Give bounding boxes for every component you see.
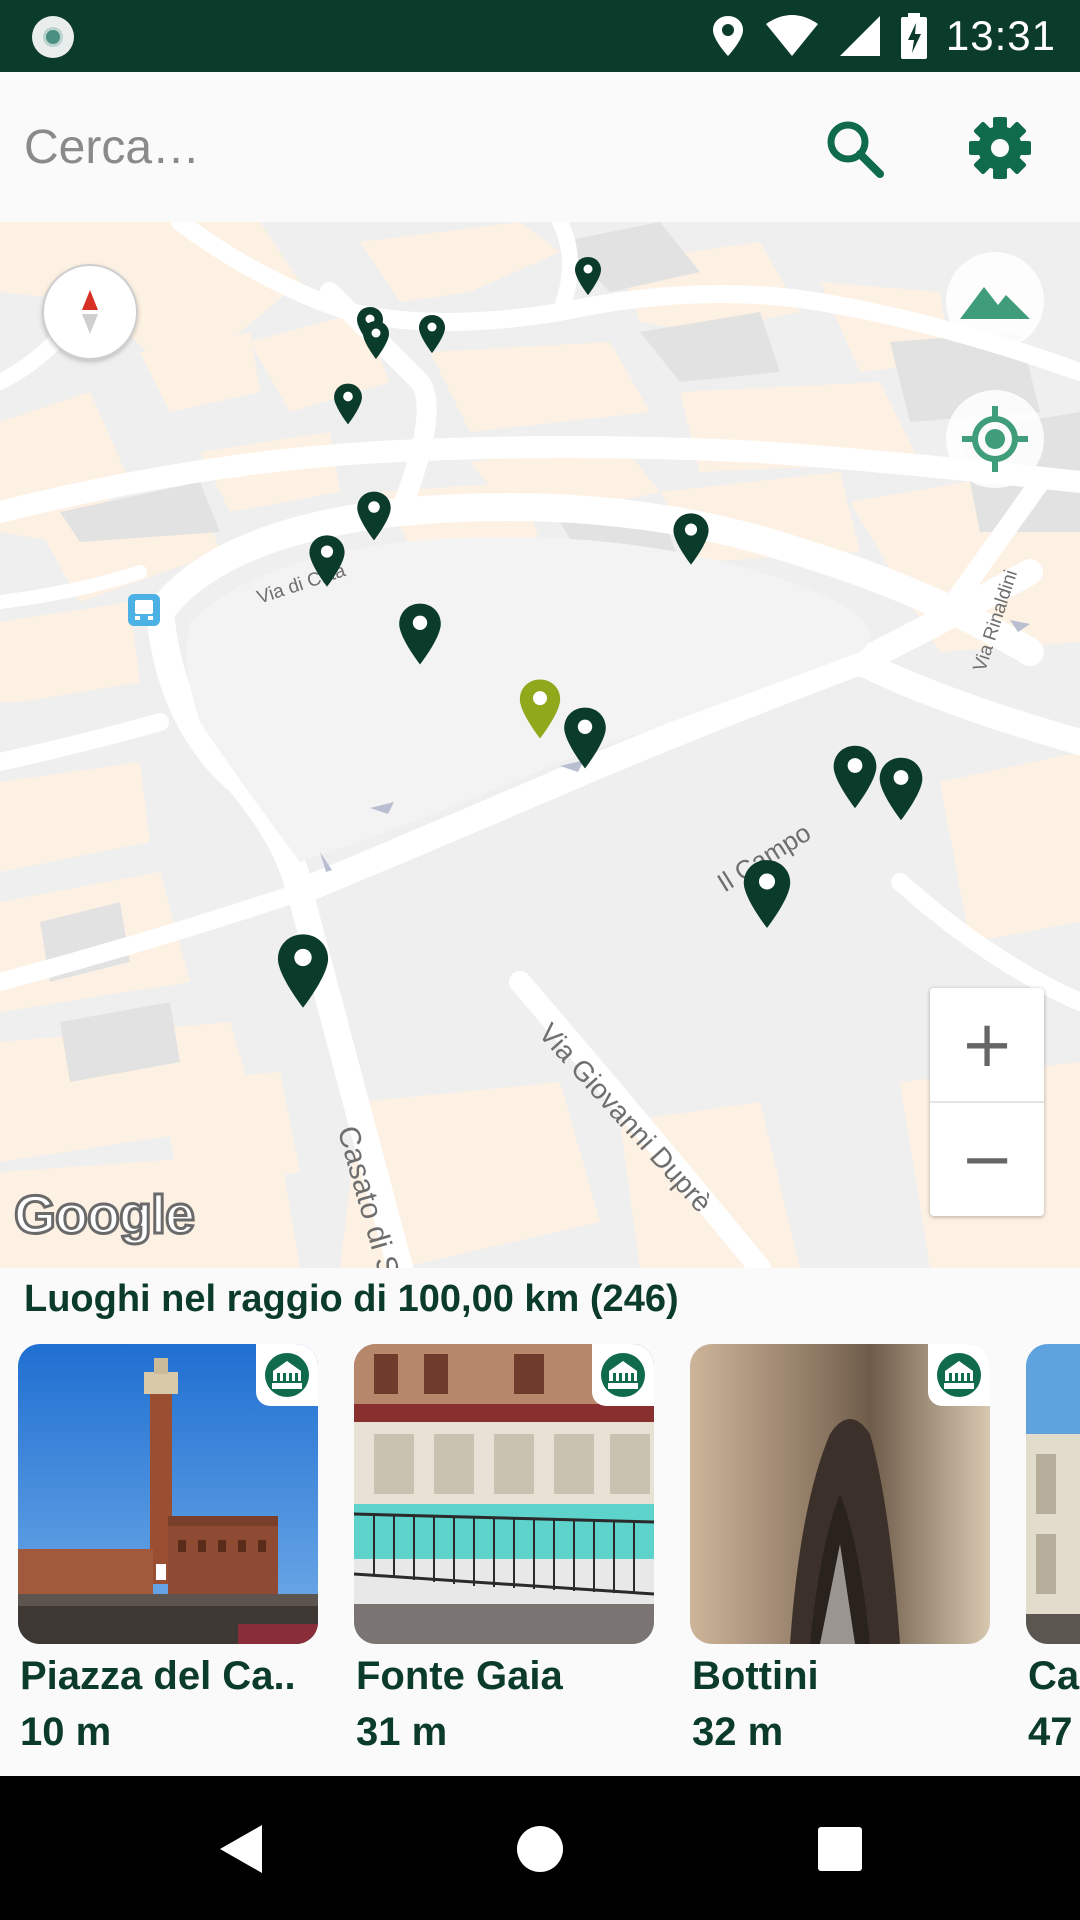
place-distance: 32 m: [692, 1710, 784, 1754]
back-button[interactable]: [206, 1814, 276, 1884]
search-icon: [827, 121, 884, 178]
google-logo: Google: [13, 1184, 197, 1247]
map-pin[interactable]: [333, 382, 363, 426]
place-image: [1026, 1344, 1080, 1644]
nice-places-logo-icon: [928, 1344, 990, 1406]
zoom-out-button[interactable]: −: [930, 1103, 1044, 1216]
wifi-icon: [765, 15, 818, 56]
recents-icon: [818, 1827, 862, 1871]
place-distance: 10 m: [20, 1710, 112, 1754]
map-pin[interactable]: [878, 756, 924, 822]
search-bar: [0, 72, 1080, 222]
place-name: Bottini: [692, 1654, 819, 1698]
home-button[interactable]: [505, 1814, 575, 1884]
map-pin[interactable]: [418, 314, 446, 354]
map-pin[interactable]: [397, 602, 443, 666]
map-pin[interactable]: [362, 320, 390, 360]
app-notification-icon: [32, 16, 74, 58]
terrain-button[interactable]: [946, 252, 1044, 350]
map-background: [0, 222, 1080, 1268]
settings-button[interactable]: [962, 110, 1038, 186]
place-card[interactable]: Fonte Gaia 31 m: [354, 1344, 654, 1754]
place-name: Piazza del Ca..: [20, 1654, 296, 1698]
map-pin[interactable]: [832, 744, 878, 810]
map-pin[interactable]: [742, 858, 792, 930]
zoom-out-label: −: [960, 1122, 1014, 1197]
place-name: Fonte Gaia: [356, 1654, 563, 1698]
status-icons: 13:31: [710, 12, 1056, 60]
search-input[interactable]: [24, 112, 784, 182]
compass-icon: [82, 290, 98, 334]
map-pin-selected[interactable]: [518, 678, 562, 740]
place-distance: 47: [1028, 1710, 1073, 1754]
place-name: Cap: [1028, 1654, 1080, 1698]
place-image: [354, 1344, 654, 1644]
map-pin[interactable]: [356, 490, 392, 542]
nice-places-logo-icon: [256, 1344, 318, 1406]
place-card[interactable]: Piazza del Ca.. 10 m: [18, 1344, 318, 1754]
signal-icon: [839, 16, 880, 56]
places-title: Luoghi nel raggio di 100,00 km (246): [24, 1278, 679, 1320]
zoom-in-label: +: [960, 1007, 1014, 1082]
map-pin[interactable]: [574, 256, 602, 296]
back-icon: [220, 1825, 262, 1873]
status-time: 13:31: [945, 12, 1056, 59]
terrain-icon: [960, 287, 1030, 319]
recents-button[interactable]: [805, 1814, 875, 1884]
my-location-button[interactable]: [946, 390, 1044, 488]
place-card[interactable]: Bottini 32 m: [690, 1344, 990, 1754]
map-pin[interactable]: [308, 534, 346, 588]
screen: 13:31 Cerca… Via di Città Via Rinaldini …: [0, 0, 1080, 1920]
battery-charging-icon: [900, 13, 927, 59]
gear-icon: [969, 117, 1031, 179]
zoom-controls: + −: [930, 988, 1044, 1216]
map-pin[interactable]: [672, 512, 710, 566]
navigation-bar: [0, 1776, 1080, 1920]
location-icon: [712, 16, 743, 56]
home-icon: [517, 1826, 563, 1872]
map-pin[interactable]: [562, 706, 608, 770]
nice-places-logo-icon: [592, 1344, 654, 1406]
my-location-icon: [962, 406, 1028, 472]
place-image: [18, 1344, 318, 1644]
map-pin[interactable]: [276, 932, 330, 1010]
status-bar: 13:31: [0, 0, 1080, 72]
search-button[interactable]: [816, 110, 892, 186]
compass-button[interactable]: [42, 264, 138, 360]
zoom-in-button[interactable]: +: [930, 988, 1044, 1101]
places-section: Luoghi nel raggio di 100,00 km (246) Pia…: [0, 1268, 1080, 1776]
place-card[interactable]: Cap 47: [1026, 1344, 1080, 1754]
place-distance: 31 m: [356, 1710, 448, 1754]
place-image: [690, 1344, 990, 1644]
map[interactable]: Via di Città Via Rinaldini Il Campo Via …: [0, 222, 1080, 1268]
